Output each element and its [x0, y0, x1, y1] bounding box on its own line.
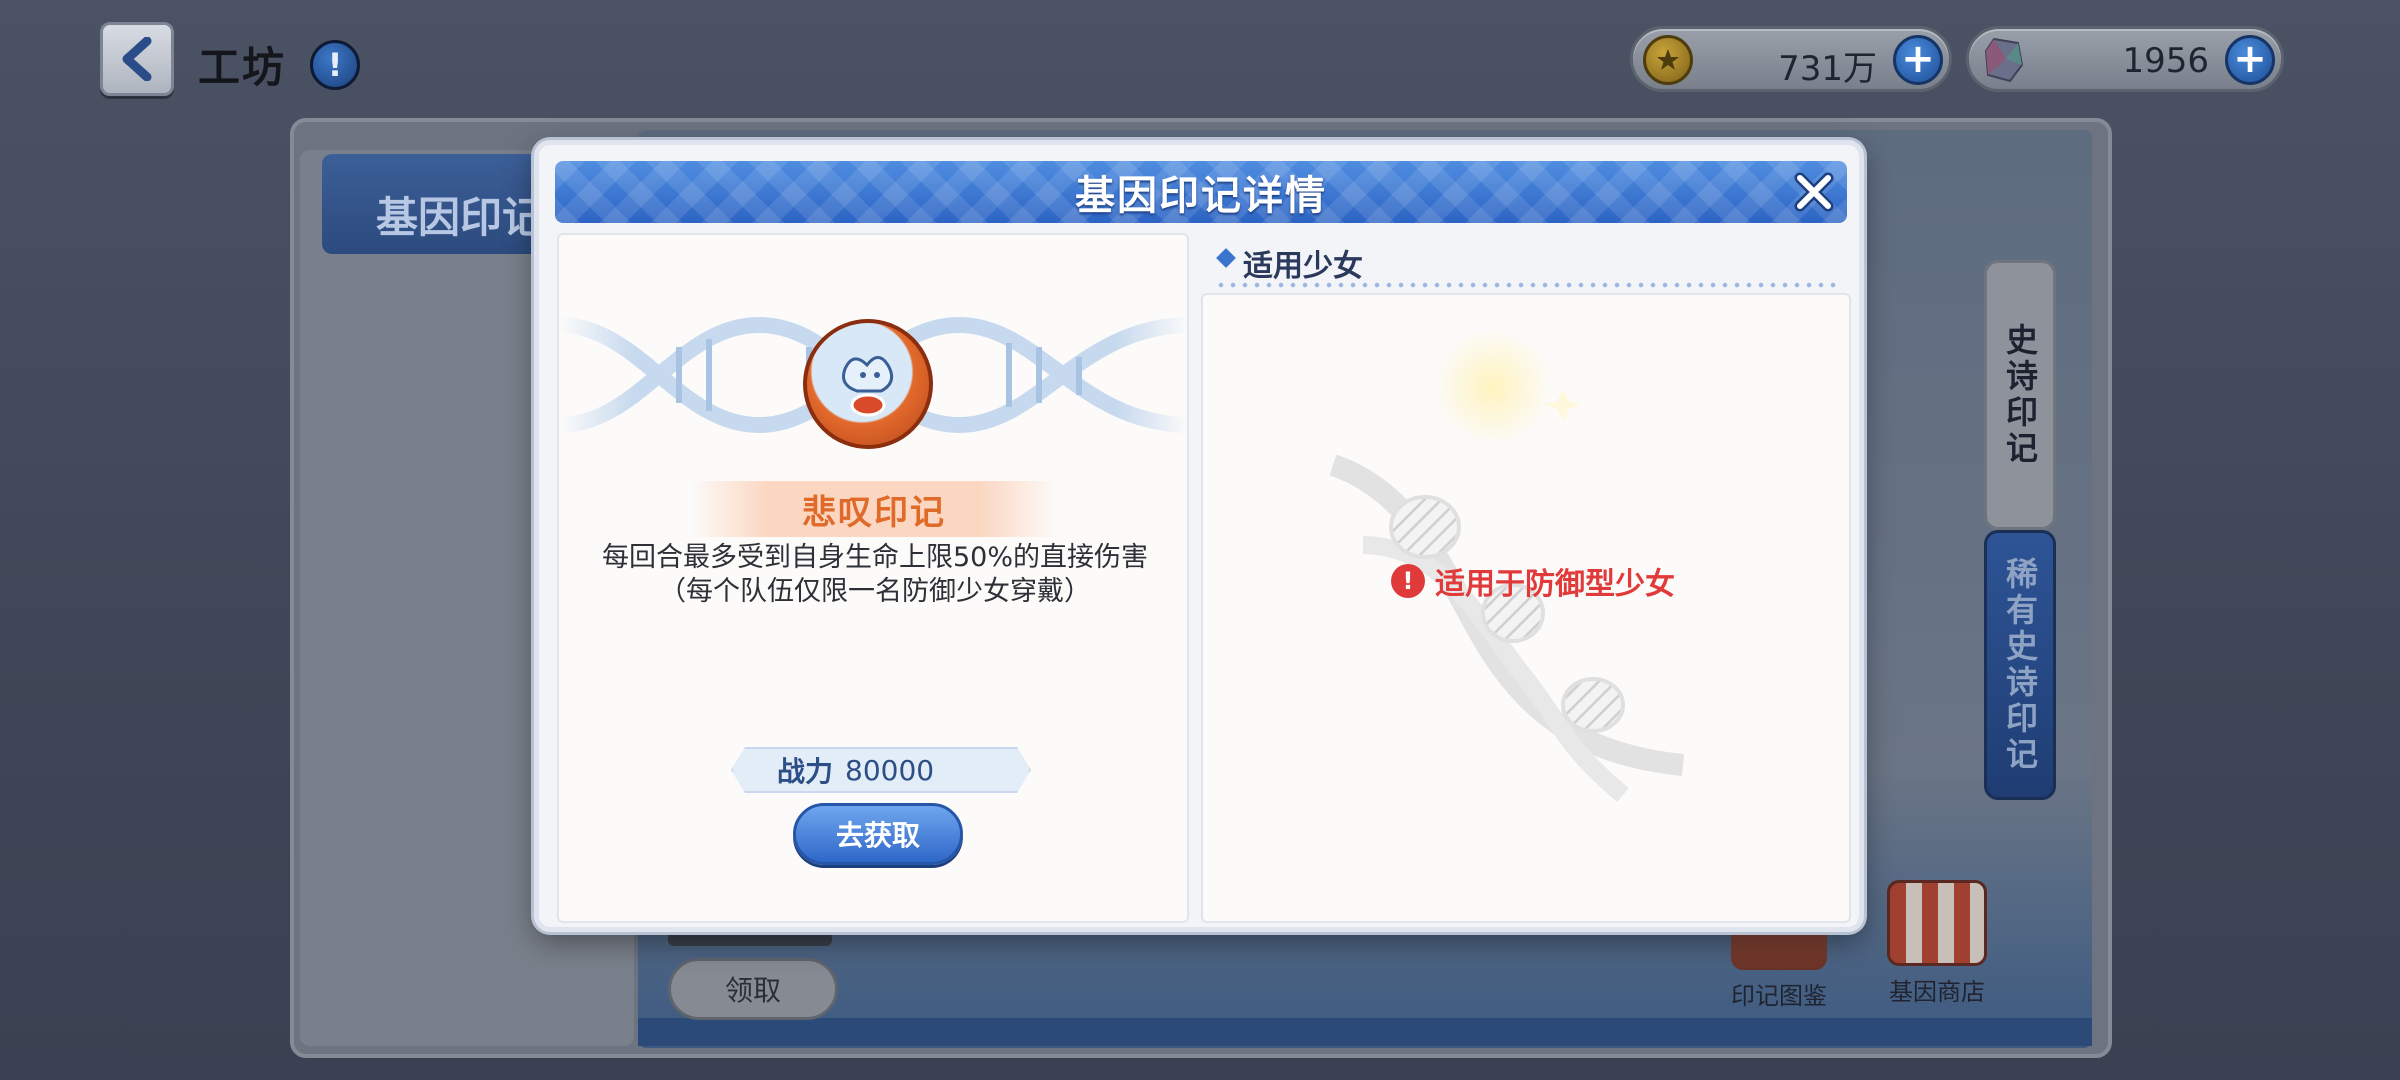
shop-icon: [1887, 880, 1987, 966]
imprint-description: 每回合最多受到自身生命上限50%的直接伤害（每个队伍仅限一名防御少女穿戴）: [601, 542, 1148, 607]
content-footer-strip: [638, 1018, 2092, 1046]
chevron-left-icon: [122, 37, 152, 81]
close-icon: [1794, 172, 1834, 212]
imprint-name-banner: 悲叹印记: [689, 481, 1059, 537]
add-crystal-button[interactable]: +: [2225, 35, 2275, 85]
info-icon[interactable]: !: [310, 40, 360, 90]
imprint-info-panel: 悲叹印记 每回合最多受到自身生命上限50%的直接伤害（每个队伍仅限一名防御少女穿…: [557, 233, 1189, 923]
power-label: 战力: [777, 755, 834, 788]
diamond-bullet-icon: [1216, 248, 1236, 268]
imprint-name: 悲叹印记: [802, 492, 946, 533]
applicable-note-text: 适用于防御型少女: [1435, 567, 1675, 602]
applicable-section-title: 适用少女: [1243, 249, 1363, 284]
power-display: 战力 80000: [731, 747, 1031, 793]
crystal-currency: 1956 +: [1966, 26, 2284, 92]
gene-shop-shortcut[interactable]: 基因商店: [1872, 880, 2002, 1007]
dna-watermark-icon: [1329, 327, 1685, 802]
imprint-detail-dialog: 基因印记详情 悲叹印记 每回合最多受到自身生命上限50%的直接伤害（每个队伍仅限…: [534, 140, 1864, 932]
close-button[interactable]: [1787, 165, 1841, 219]
add-gold-button[interactable]: +: [1893, 35, 1943, 85]
crystal-value: 1956: [2122, 41, 2209, 81]
gold-coin-icon: [1643, 35, 1693, 85]
tab-epic-imprint[interactable]: 史诗印记: [1984, 260, 2056, 530]
warning-icon: !: [1391, 564, 1425, 598]
applicable-note: ! 适用于防御型少女: [1391, 559, 1675, 603]
gene-shop-label: 基因商店: [1889, 978, 1985, 1006]
imprint-book-label: 印记图鉴: [1731, 982, 1827, 1010]
claim-button[interactable]: 领取: [668, 958, 838, 1020]
crystal-icon: [1979, 35, 2029, 85]
imprint-badge-icon: [803, 319, 933, 449]
tab-rare-epic-imprint[interactable]: 稀有史诗印记: [1984, 530, 2056, 800]
back-button[interactable]: [100, 22, 174, 96]
gold-value: 731万: [1778, 49, 1877, 89]
dialog-header: 基因印记详情: [555, 161, 1847, 223]
power-value: 80000: [845, 753, 935, 787]
gold-currency: 731万 +: [1630, 26, 1952, 92]
applicable-section-header: 适用少女: [1215, 237, 1845, 285]
tab-gene-imprint[interactable]: 基因印记: [322, 154, 562, 254]
section-divider: [1215, 282, 1841, 288]
applicable-girls-panel: [1201, 293, 1851, 923]
dialog-title: 基因印记详情: [1075, 173, 1327, 219]
page-title: 工坊: [198, 43, 287, 92]
obtain-button[interactable]: 去获取: [793, 803, 963, 865]
